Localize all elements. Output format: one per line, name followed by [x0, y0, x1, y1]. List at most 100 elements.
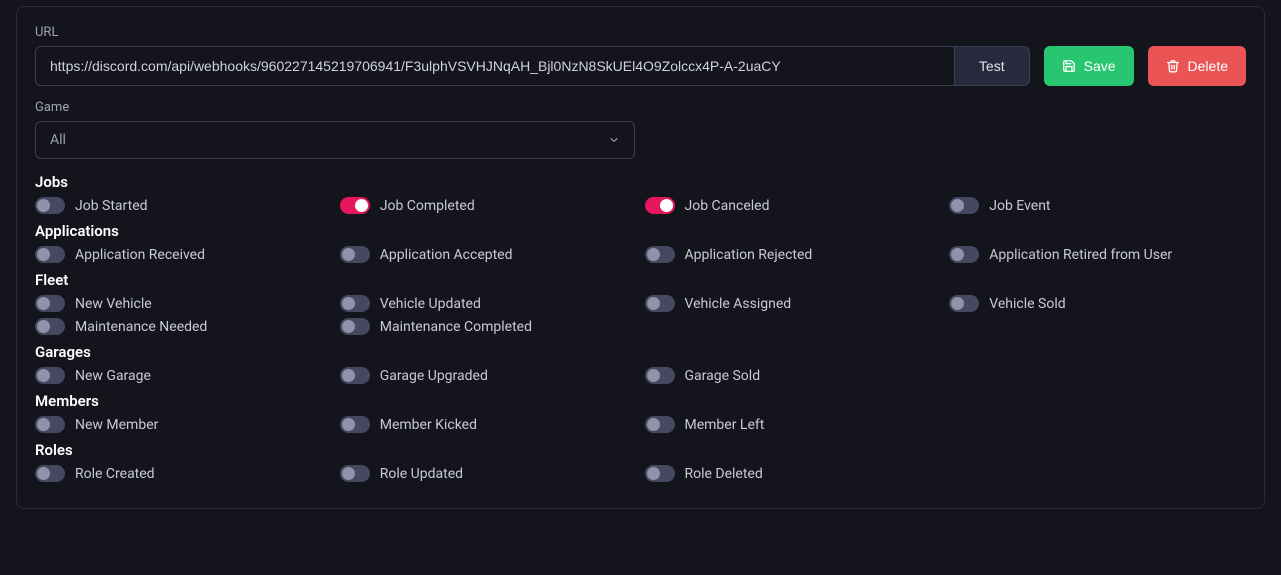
delete-button[interactable]: Delete: [1148, 46, 1246, 86]
toggle-member-left[interactable]: [645, 416, 675, 433]
toggle-new-member[interactable]: [35, 416, 65, 433]
toggle-label-vehicle-assigned: Vehicle Assigned: [685, 296, 792, 312]
toggle-item-job-started: Job Started: [35, 197, 332, 214]
toggle-knob: [951, 248, 964, 261]
toggle-label-new-vehicle: New Vehicle: [75, 296, 152, 312]
toggle-knob: [660, 199, 673, 212]
section-title-roles: Roles: [35, 441, 1246, 459]
toggle-knob: [37, 418, 50, 431]
toggle-label-job-event: Job Event: [989, 198, 1050, 214]
section-title-applications: Applications: [35, 222, 1246, 240]
toggle-role-deleted[interactable]: [645, 465, 675, 482]
game-select[interactable]: All: [35, 121, 635, 159]
toggle-application-accepted[interactable]: [340, 246, 370, 263]
toggle-knob: [647, 369, 660, 382]
section-title-members: Members: [35, 392, 1246, 410]
toggle-vehicle-sold[interactable]: [949, 295, 979, 312]
save-button[interactable]: Save: [1044, 46, 1134, 86]
toggle-label-maintenance-completed: Maintenance Completed: [380, 319, 532, 335]
toggle-label-application-accepted: Application Accepted: [380, 247, 513, 263]
toggle-label-job-canceled: Job Canceled: [685, 198, 770, 214]
toggle-knob: [647, 467, 660, 480]
toggle-member-kicked[interactable]: [340, 416, 370, 433]
toggle-knob: [342, 248, 355, 261]
toggle-knob: [951, 297, 964, 310]
toggle-maintenance-needed[interactable]: [35, 318, 65, 335]
toggle-item-role-deleted: Role Deleted: [645, 465, 942, 482]
toggle-item-new-garage: New Garage: [35, 367, 332, 384]
test-button[interactable]: Test: [954, 46, 1030, 86]
webhook-card: URL Test Save Delete Game All JobsJob St: [16, 6, 1265, 509]
toggle-item-maintenance-completed: Maintenance Completed: [340, 318, 637, 335]
toggle-vehicle-updated[interactable]: [340, 295, 370, 312]
toggle-application-retired[interactable]: [949, 246, 979, 263]
toggle-vehicle-assigned[interactable]: [645, 295, 675, 312]
toggle-job-event[interactable]: [949, 197, 979, 214]
toggle-grid-roles: Role CreatedRole UpdatedRole Deleted: [35, 465, 1246, 482]
toggle-label-garage-upgraded: Garage Upgraded: [380, 368, 488, 384]
toggle-label-role-deleted: Role Deleted: [685, 466, 763, 482]
toggle-item-garage-sold: Garage Sold: [645, 367, 942, 384]
toggle-label-maintenance-needed: Maintenance Needed: [75, 319, 207, 335]
toggle-knob: [342, 297, 355, 310]
toggle-label-job-completed: Job Completed: [380, 198, 475, 214]
toggle-job-started[interactable]: [35, 197, 65, 214]
toggle-new-vehicle[interactable]: [35, 295, 65, 312]
toggle-item-application-accepted: Application Accepted: [340, 246, 637, 263]
game-selected-value: All: [50, 132, 66, 148]
toggle-job-completed[interactable]: [340, 197, 370, 214]
toggle-new-garage[interactable]: [35, 367, 65, 384]
toggle-item-member-kicked: Member Kicked: [340, 416, 637, 433]
toggle-label-garage-sold: Garage Sold: [685, 368, 761, 384]
toggle-knob: [342, 418, 355, 431]
url-input[interactable]: [35, 46, 954, 86]
toggle-label-application-rejected: Application Rejected: [685, 247, 813, 263]
toggle-garage-upgraded[interactable]: [340, 367, 370, 384]
toggle-item-job-canceled: Job Canceled: [645, 197, 942, 214]
toggle-label-member-left: Member Left: [685, 417, 765, 433]
toggle-item-job-completed: Job Completed: [340, 197, 637, 214]
url-row: Test Save Delete: [35, 46, 1246, 86]
toggle-item-maintenance-needed: Maintenance Needed: [35, 318, 332, 335]
toggle-knob: [37, 297, 50, 310]
game-field: Game All: [35, 100, 1246, 159]
game-label: Game: [35, 100, 1246, 115]
toggle-knob: [355, 199, 368, 212]
toggle-item-role-created: Role Created: [35, 465, 332, 482]
toggle-label-role-created: Role Created: [75, 466, 155, 482]
toggle-item-application-rejected: Application Rejected: [645, 246, 942, 263]
toggle-label-new-garage: New Garage: [75, 368, 151, 384]
toggle-knob: [342, 320, 355, 333]
toggle-item-member-left: Member Left: [645, 416, 942, 433]
toggle-garage-sold[interactable]: [645, 367, 675, 384]
toggle-item-vehicle-assigned: Vehicle Assigned: [645, 295, 942, 312]
toggle-application-rejected[interactable]: [645, 246, 675, 263]
url-label: URL: [35, 25, 1246, 40]
toggle-label-application-retired: Application Retired from User: [989, 247, 1172, 263]
toggle-item-job-event: Job Event: [949, 197, 1246, 214]
toggle-knob: [342, 467, 355, 480]
section-title-fleet: Fleet: [35, 271, 1246, 289]
toggle-role-updated[interactable]: [340, 465, 370, 482]
toggle-application-received[interactable]: [35, 246, 65, 263]
toggle-label-vehicle-updated: Vehicle Updated: [380, 296, 481, 312]
section-title-jobs: Jobs: [35, 173, 1246, 191]
toggle-role-created[interactable]: [35, 465, 65, 482]
section-title-garages: Garages: [35, 343, 1246, 361]
toggle-grid-fleet: New Vehicle Vehicle Updated Vehicle Assign…: [35, 295, 1246, 335]
toggle-label-application-received: Application Received: [75, 247, 205, 263]
save-button-label: Save: [1084, 58, 1116, 74]
toggle-job-canceled[interactable]: [645, 197, 675, 214]
chevron-down-icon: [608, 134, 620, 146]
toggle-item-new-member: New Member: [35, 416, 332, 433]
toggle-label-vehicle-sold: Vehicle Sold: [989, 296, 1065, 312]
toggle-item-vehicle-updated: Vehicle Updated: [340, 295, 637, 312]
toggle-label-member-kicked: Member Kicked: [380, 417, 477, 433]
toggle-maintenance-completed[interactable]: [340, 318, 370, 335]
sections: Jobs Job Started Job Completed Job Canceled…: [35, 173, 1246, 482]
toggle-knob: [37, 320, 50, 333]
toggle-knob: [37, 199, 50, 212]
toggle-grid-applications: Application Received Application Accepted…: [35, 246, 1246, 263]
delete-button-label: Delete: [1188, 58, 1228, 74]
url-input-group: Test: [35, 46, 1030, 86]
